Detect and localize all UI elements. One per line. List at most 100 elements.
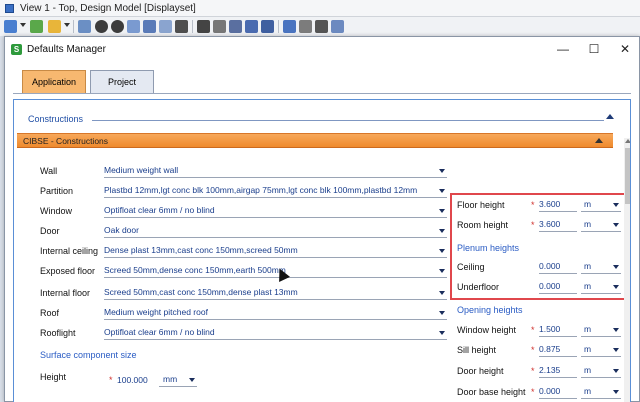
floor-height-label: Floor height bbox=[457, 200, 505, 210]
chevron-down-icon[interactable] bbox=[439, 229, 445, 233]
pan-view-icon[interactable] bbox=[175, 20, 188, 33]
tab-project[interactable]: Project bbox=[90, 70, 154, 94]
next-view-icon[interactable] bbox=[229, 20, 242, 33]
room-height-unit-select[interactable]: m bbox=[581, 219, 621, 232]
door-height-unit-select[interactable]: m bbox=[581, 365, 621, 378]
tab-application[interactable]: Application bbox=[22, 70, 86, 94]
internal-floor-select[interactable]: Screed 50mm,cast conc 150mm,dense plast … bbox=[104, 285, 447, 300]
dialog-title: Defaults Manager bbox=[27, 44, 106, 55]
section-constructions[interactable]: Constructions bbox=[28, 114, 83, 124]
maximize-button[interactable]: ☐ bbox=[584, 41, 604, 57]
chevron-down-icon[interactable] bbox=[613, 390, 619, 394]
required-marker: * bbox=[531, 200, 535, 210]
required-marker: * bbox=[109, 375, 113, 385]
row-label-exposed-floor: Exposed floor bbox=[40, 266, 96, 276]
rotate-view-icon[interactable] bbox=[159, 20, 172, 33]
app-title: View 1 - Top, Design Model [Displayset] bbox=[20, 3, 196, 14]
row-label-window: Window bbox=[40, 206, 73, 216]
select-icon[interactable] bbox=[78, 20, 91, 33]
ceiling-input[interactable]: 0.000 bbox=[539, 261, 577, 274]
zoom-out-icon[interactable] bbox=[111, 20, 124, 33]
window-area-icon[interactable] bbox=[127, 20, 140, 33]
chevron-down-icon[interactable] bbox=[439, 249, 445, 253]
update-view-icon[interactable] bbox=[30, 20, 43, 33]
ceiling-unit-select[interactable]: m bbox=[581, 261, 621, 274]
chevron-down-icon[interactable] bbox=[613, 348, 619, 352]
rooflight-select[interactable]: Optifloat clear 6mm / no blind bbox=[104, 325, 447, 340]
chevron-down-icon[interactable] bbox=[439, 311, 445, 315]
scrollbar-thumb[interactable] bbox=[625, 148, 630, 204]
chevron-down-icon[interactable] bbox=[439, 169, 445, 173]
chevron-down-icon[interactable] bbox=[439, 331, 445, 335]
door-base-height-unit-select[interactable]: m bbox=[581, 386, 621, 399]
unit-value: m bbox=[584, 199, 592, 209]
chevron-down-icon[interactable] bbox=[439, 269, 445, 273]
group-header-cibse[interactable]: CIBSE - Constructions bbox=[17, 133, 613, 148]
room-height-label: Room height bbox=[457, 220, 509, 230]
chevron-down-icon[interactable] bbox=[189, 378, 195, 382]
vertical-scrollbar[interactable] bbox=[624, 138, 630, 402]
filter-icon[interactable] bbox=[299, 20, 312, 33]
chevron-down-icon[interactable] bbox=[613, 203, 619, 207]
door-select-value: Oak door bbox=[104, 225, 139, 235]
window-select[interactable]: Optifloat clear 6mm / no blind bbox=[104, 203, 447, 218]
roof-select[interactable]: Medium weight pitched roof bbox=[104, 305, 447, 320]
view-attributes-icon[interactable] bbox=[4, 20, 17, 33]
chevron-down-icon[interactable] bbox=[613, 285, 619, 289]
opening-heights-heading: Opening heights bbox=[457, 305, 523, 315]
partition-select[interactable]: Plastbd 12mm,lgt conc blk 100mm,airgap 7… bbox=[104, 183, 447, 198]
tools-icon[interactable] bbox=[315, 20, 328, 33]
internal-ceiling-select[interactable]: Dense plast 13mm,cast conc 150mm,screed … bbox=[104, 243, 447, 258]
chevron-down-icon[interactable] bbox=[439, 209, 445, 213]
section-divider bbox=[92, 120, 604, 121]
wall-select-value: Medium weight wall bbox=[104, 165, 179, 175]
previous-view-icon[interactable] bbox=[213, 20, 226, 33]
collapse-section-icon[interactable] bbox=[606, 114, 614, 119]
row-label-internal-ceiling: Internal ceiling bbox=[40, 246, 99, 256]
window-height-input[interactable]: 1.500 bbox=[539, 324, 577, 337]
height-unit-select[interactable]: mm bbox=[159, 374, 197, 387]
chevron-down-icon[interactable] bbox=[613, 265, 619, 269]
view-icon bbox=[5, 4, 14, 13]
walk-icon[interactable] bbox=[197, 20, 210, 33]
row-label-internal-floor: Internal floor bbox=[40, 288, 91, 298]
chevron-down-icon[interactable] bbox=[439, 291, 445, 295]
sill-height-unit-select[interactable]: m bbox=[581, 344, 621, 357]
clip-volume-icon[interactable] bbox=[283, 20, 296, 33]
chevron-down-icon[interactable] bbox=[64, 23, 70, 27]
scroll-up-icon[interactable] bbox=[625, 139, 630, 143]
tab-divider bbox=[13, 93, 631, 94]
zoom-in-icon[interactable] bbox=[95, 20, 108, 33]
view-rotation-icon[interactable] bbox=[261, 20, 274, 33]
chevron-down-icon[interactable] bbox=[20, 23, 26, 27]
required-marker: * bbox=[531, 345, 535, 355]
unit-value: m bbox=[584, 324, 592, 334]
display-set-icon[interactable] bbox=[331, 20, 344, 33]
fit-view-icon[interactable] bbox=[143, 20, 156, 33]
plenum-heights-heading: Plenum heights bbox=[457, 243, 520, 253]
floor-height-unit-select[interactable]: m bbox=[581, 199, 621, 212]
floor-height-input[interactable]: 3.600 bbox=[539, 199, 577, 212]
chevron-down-icon[interactable] bbox=[613, 369, 619, 373]
group-header-label: CIBSE - Constructions bbox=[23, 136, 109, 146]
copy-view-icon[interactable] bbox=[245, 20, 258, 33]
underfloor-input[interactable]: 0.000 bbox=[539, 281, 577, 294]
collapse-group-icon[interactable] bbox=[595, 138, 603, 143]
door-select[interactable]: Oak door bbox=[104, 223, 447, 238]
door-height-input[interactable]: 2.135 bbox=[539, 365, 577, 378]
height-input[interactable]: 100.000 bbox=[117, 375, 148, 385]
partition-select-value: Plastbd 12mm,lgt conc blk 100mm,airgap 7… bbox=[104, 185, 418, 195]
door-base-height-input[interactable]: 0.000 bbox=[539, 386, 577, 399]
display-style-icon[interactable] bbox=[48, 20, 61, 33]
minimize-button[interactable]: — bbox=[553, 41, 573, 57]
toolbar-separator bbox=[278, 20, 279, 33]
close-button[interactable]: ✕ bbox=[615, 41, 635, 57]
underfloor-unit-select[interactable]: m bbox=[581, 281, 621, 294]
room-height-input[interactable]: 3.600 bbox=[539, 219, 577, 232]
sill-height-input[interactable]: 0.875 bbox=[539, 344, 577, 357]
chevron-down-icon[interactable] bbox=[439, 189, 445, 193]
wall-select[interactable]: Medium weight wall bbox=[104, 163, 447, 178]
window-height-unit-select[interactable]: m bbox=[581, 324, 621, 337]
chevron-down-icon[interactable] bbox=[613, 328, 619, 332]
chevron-down-icon[interactable] bbox=[613, 223, 619, 227]
